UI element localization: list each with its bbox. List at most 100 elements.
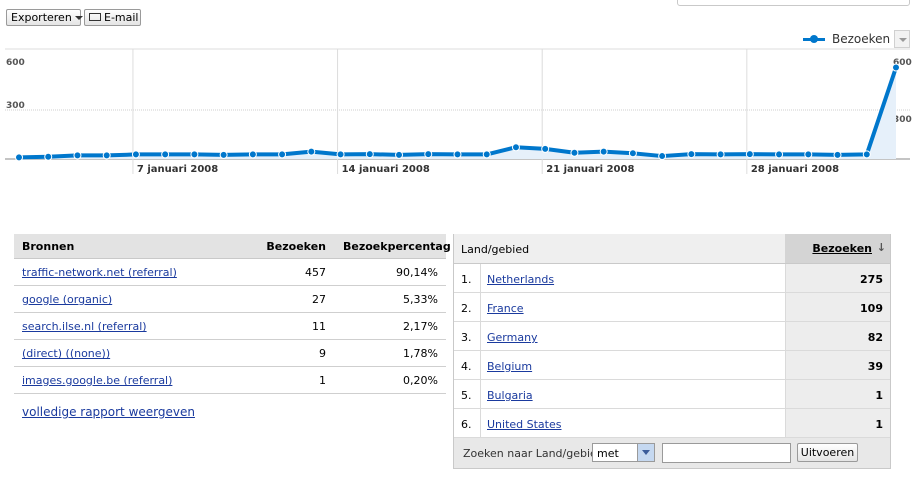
source-link[interactable]: google (organic) bbox=[22, 293, 112, 306]
visits-value: 9 bbox=[319, 347, 326, 360]
visits-sort-header[interactable]: Bezoeken ↓ bbox=[785, 234, 890, 263]
y-tick-label: 600 bbox=[6, 58, 25, 68]
cell-divider bbox=[480, 380, 481, 408]
country-link[interactable]: United States bbox=[487, 418, 562, 431]
visits-value: 82 bbox=[867, 331, 883, 344]
data-point bbox=[745, 150, 754, 159]
data-point bbox=[453, 150, 462, 159]
data-point bbox=[482, 150, 491, 159]
visits-value: 1 bbox=[319, 374, 326, 387]
visits-cell: 82 bbox=[785, 322, 890, 350]
data-point bbox=[15, 153, 23, 162]
table-row: (direct) ((none)) 9 1,78% bbox=[14, 340, 446, 367]
country-table-header: Land/gebied Bezoeken ↓ bbox=[454, 234, 890, 264]
visits-value: 1 bbox=[875, 418, 883, 431]
country-link[interactable]: Bulgaria bbox=[487, 389, 533, 402]
visits-line-chart: 7 januari 2008 14 januari 2008 21 januari … bbox=[5, 48, 912, 175]
email-button[interactable]: E-mail bbox=[84, 9, 141, 26]
match-type-value: met bbox=[597, 447, 619, 460]
data-point bbox=[628, 149, 637, 158]
table-row: images.google.be (referral) 1 0,20% bbox=[14, 367, 446, 394]
data-point bbox=[307, 147, 316, 156]
x-tick-label: 14 januari 2008 bbox=[342, 164, 430, 175]
export-dropdown-button[interactable]: Exporteren bbox=[6, 9, 83, 26]
data-point bbox=[570, 148, 579, 157]
y-tick-label: 300 bbox=[6, 101, 25, 111]
percent-col-header: Bezoekpercentag bbox=[343, 240, 451, 253]
search-label: Zoeken naar Land/gebied bbox=[463, 447, 604, 460]
visits-cell: 1 bbox=[785, 380, 890, 408]
source-link[interactable]: traffic-network.net (referral) bbox=[22, 266, 177, 279]
submit-search-button[interactable]: Uitvoeren bbox=[797, 443, 858, 462]
percent-value: 0,20% bbox=[403, 374, 438, 387]
cell-divider bbox=[480, 351, 481, 379]
source-link[interactable]: search.ilse.nl (referral) bbox=[22, 320, 147, 333]
data-point bbox=[862, 150, 871, 159]
data-point bbox=[833, 150, 842, 159]
sources-table-header: Bronnen Bezoeken Bezoekpercentag bbox=[14, 234, 451, 259]
data-point bbox=[219, 150, 228, 159]
row-number: 5. bbox=[461, 389, 472, 402]
email-label: E-mail bbox=[104, 11, 139, 24]
data-point bbox=[278, 150, 287, 159]
row-number: 1. bbox=[461, 273, 472, 286]
percent-value: 1,78% bbox=[403, 347, 438, 360]
visits-col-header: Bezoeken bbox=[812, 242, 872, 255]
chevron-down-icon bbox=[74, 16, 83, 20]
legend-dot-icon bbox=[810, 35, 818, 43]
chevron-down-icon bbox=[637, 444, 654, 461]
table-row: 4. Belgium 39 bbox=[454, 351, 890, 380]
cell-divider bbox=[480, 293, 481, 321]
cell-divider bbox=[480, 322, 481, 350]
data-point bbox=[775, 150, 784, 159]
sources-col-header: Bronnen bbox=[22, 240, 75, 253]
row-number: 2. bbox=[461, 302, 472, 315]
data-point bbox=[892, 63, 900, 72]
full-report-link[interactable]: volledige rapport weergeven bbox=[22, 405, 195, 419]
country-link[interactable]: Germany bbox=[487, 331, 538, 344]
country-link[interactable]: Belgium bbox=[487, 360, 532, 373]
series-line bbox=[18, 66, 898, 160]
data-point bbox=[365, 150, 374, 159]
table-row: traffic-network.net (referral) 457 90,14… bbox=[14, 259, 446, 286]
cell-divider bbox=[480, 409, 481, 437]
table-row: 2. France 109 bbox=[454, 293, 890, 322]
data-point bbox=[599, 147, 608, 156]
country-search-input[interactable] bbox=[662, 443, 791, 463]
top-panel-edge bbox=[677, 0, 910, 6]
visits-value: 27 bbox=[312, 293, 326, 306]
data-point bbox=[190, 150, 199, 159]
visits-cell: 109 bbox=[785, 293, 890, 321]
visits-cell: 275 bbox=[785, 264, 890, 292]
percent-value: 90,14% bbox=[396, 266, 438, 279]
x-tick-label: 7 januari 2008 bbox=[137, 164, 218, 175]
source-link[interactable]: images.google.be (referral) bbox=[22, 374, 172, 387]
cell-divider bbox=[480, 264, 481, 292]
visits-value: 11 bbox=[312, 320, 326, 333]
data-point bbox=[161, 150, 170, 159]
series-area bbox=[19, 67, 896, 159]
data-point bbox=[424, 150, 433, 159]
visits-value: 457 bbox=[305, 266, 326, 279]
row-number: 4. bbox=[461, 360, 472, 373]
row-number: 3. bbox=[461, 331, 472, 344]
x-tick-label: 21 januari 2008 bbox=[546, 164, 634, 175]
envelope-icon bbox=[89, 13, 101, 21]
sources-table: Bronnen Bezoeken Bezoekpercentag traffic… bbox=[14, 234, 451, 394]
visits-col-header: Bezoeken bbox=[266, 240, 326, 253]
visits-cell: 1 bbox=[785, 409, 890, 437]
data-point bbox=[336, 150, 345, 159]
data-point bbox=[687, 150, 696, 159]
table-row: search.ilse.nl (referral) 11 2,17% bbox=[14, 313, 446, 340]
table-row: google (organic) 27 5,33% bbox=[14, 286, 446, 313]
sort-down-arrow-icon: ↓ bbox=[876, 241, 886, 254]
data-point bbox=[716, 150, 725, 159]
match-type-select[interactable]: met bbox=[592, 443, 655, 462]
data-point bbox=[131, 150, 140, 159]
row-number: 6. bbox=[461, 418, 472, 431]
country-link[interactable]: Netherlands bbox=[487, 273, 554, 286]
visits-cell: 39 bbox=[785, 351, 890, 379]
table-row: 5. Bulgaria 1 bbox=[454, 380, 890, 409]
source-link[interactable]: (direct) ((none)) bbox=[22, 347, 110, 360]
country-link[interactable]: France bbox=[487, 302, 524, 315]
